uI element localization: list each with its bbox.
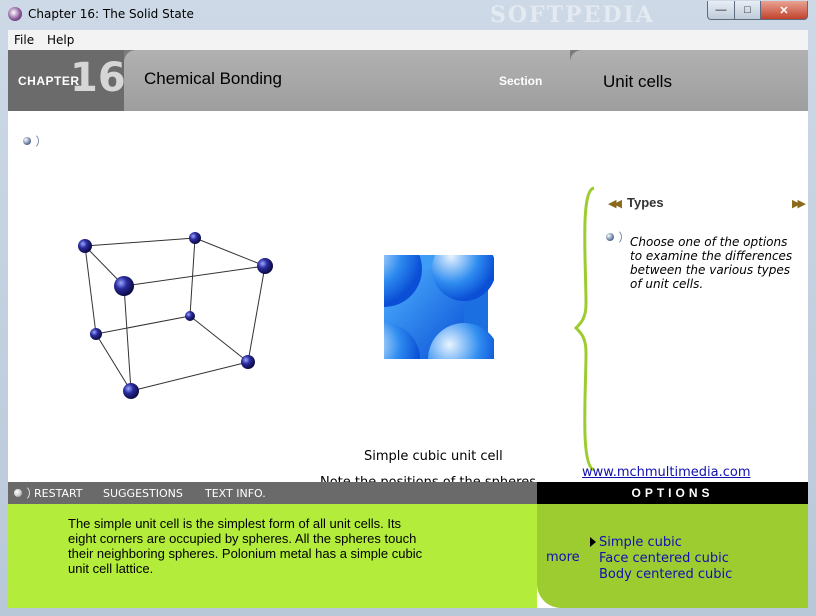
speaker-icon[interactable] xyxy=(14,485,32,501)
double-right-arrow-icon[interactable]: ▶▶ xyxy=(792,197,806,210)
types-title: Types xyxy=(627,195,664,210)
content-area: Simple cubic unit cell Note the position… xyxy=(8,111,808,490)
selected-marker-icon xyxy=(590,537,596,547)
types-header: ◀◀ Types ▶▶ xyxy=(602,193,807,213)
curly-brace xyxy=(574,186,595,472)
solid-cube-model xyxy=(384,255,494,365)
maximize-button[interactable]: □ xyxy=(734,1,761,20)
sphere xyxy=(185,311,195,321)
restart-button[interactable]: RESTART xyxy=(34,487,83,500)
section-title: Unit cells xyxy=(603,72,672,91)
sphere xyxy=(123,383,139,399)
sphere xyxy=(114,276,134,296)
chapter-box: CHAPTER 16 xyxy=(8,50,126,111)
app-icon[interactable] xyxy=(8,7,22,21)
options-title: OPTIONS xyxy=(631,486,714,500)
minimize-icon: — xyxy=(715,4,727,16)
sphere xyxy=(189,232,201,244)
sphere xyxy=(241,355,255,369)
chapter-title: Chemical Bonding xyxy=(144,69,282,88)
section-label: Section xyxy=(499,74,543,88)
sphere xyxy=(90,328,102,340)
title-bar[interactable]: Chapter 16: The Solid State SOFTPEDIA — … xyxy=(0,0,816,30)
bottom-toolbar: RESTART SUGGESTIONS TEXT INFO. xyxy=(8,482,537,504)
more-link[interactable]: more xyxy=(546,550,580,565)
client-area: File Help CHAPTER 16 Chemical Bonding Se… xyxy=(8,30,808,608)
menu-file[interactable]: File xyxy=(14,33,34,47)
types-description: Choose one of the options to examine the… xyxy=(630,235,793,291)
option-body-centered-cubic[interactable]: Body centered cubic xyxy=(599,567,732,582)
close-button[interactable]: ✕ xyxy=(760,1,808,20)
cell-caption-title: Simple cubic unit cell xyxy=(364,449,503,464)
double-left-arrow-icon[interactable]: ◀◀ xyxy=(608,197,622,210)
chapter-header: CHAPTER 16 Chemical Bonding Section Unit… xyxy=(8,50,808,111)
website-link[interactable]: www.mchmultimedia.com xyxy=(582,465,751,480)
chapter-number: 16 xyxy=(70,55,126,101)
maximize-icon: □ xyxy=(744,4,751,16)
simple-cubic-wireframe xyxy=(78,232,273,399)
menu-help[interactable]: Help xyxy=(47,33,74,47)
sphere xyxy=(78,239,92,253)
option-simple-cubic[interactable]: Simple cubic xyxy=(599,535,682,550)
speaker-icon[interactable] xyxy=(606,229,624,245)
menu-bar: File Help xyxy=(8,30,808,51)
speaker-icon[interactable] xyxy=(23,133,41,149)
sphere xyxy=(257,258,273,274)
watermark-logo: SOFTPEDIA xyxy=(490,2,655,28)
description-panel: The simple unit cell is the simplest for… xyxy=(8,504,537,608)
option-face-centered-cubic[interactable]: Face centered cubic xyxy=(599,551,729,566)
suggestions-button[interactable]: SUGGESTIONS xyxy=(103,487,183,500)
app-window: Chapter 16: The Solid State SOFTPEDIA — … xyxy=(0,0,816,616)
minimize-button[interactable]: — xyxy=(707,1,735,20)
text-info-button[interactable]: TEXT INFO. xyxy=(205,487,266,500)
close-icon: ✕ xyxy=(779,4,789,17)
description-text: The simple unit cell is the simplest for… xyxy=(68,516,423,576)
window-title: Chapter 16: The Solid State xyxy=(28,7,194,21)
options-header: OPTIONS xyxy=(537,482,808,504)
